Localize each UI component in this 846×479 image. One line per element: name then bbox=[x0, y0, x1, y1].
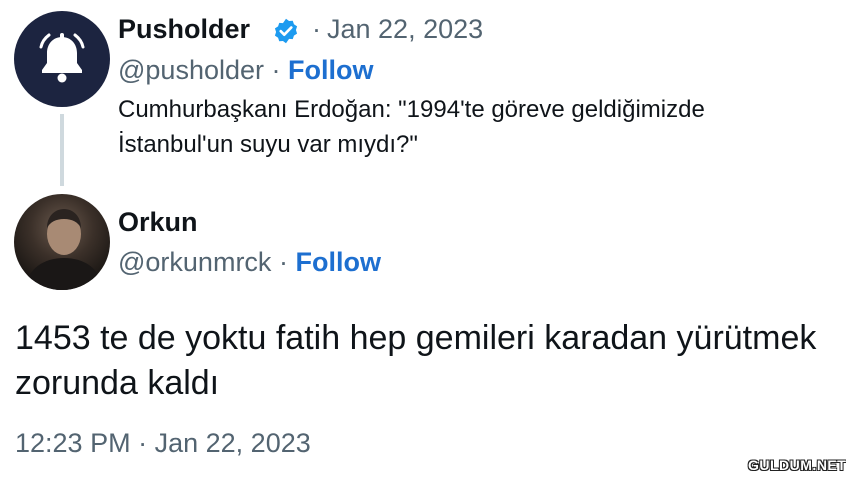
first-tweet-text: Cumhurbaşkanı Erdoğan: "1994'te göreve g… bbox=[118, 96, 705, 158]
follow-orkun-button[interactable]: Follow bbox=[295, 247, 380, 277]
first-tweet-date-line: · Jan 22, 2023 bbox=[312, 12, 483, 46]
follow-pusholder-button[interactable]: Follow bbox=[288, 55, 373, 85]
reply-tweet-timestamp[interactable]: 12:23 PM · Jan 22, 2023 bbox=[15, 426, 311, 460]
first-tweet-date[interactable]: Jan 22, 2023 bbox=[327, 14, 483, 44]
orkun-handle[interactable]: @orkunmrck bbox=[118, 247, 271, 277]
verified-badge-icon bbox=[274, 18, 298, 44]
pusholder-display-name[interactable]: Pusholder bbox=[118, 12, 250, 46]
orkun-avatar[interactable] bbox=[14, 194, 110, 290]
separator-dot: · bbox=[312, 14, 321, 44]
orkun-display-name[interactable]: Orkun bbox=[118, 205, 198, 239]
orkun-handle-line: @orkunmrck · Follow bbox=[118, 245, 381, 279]
thread-connector-line bbox=[60, 114, 64, 186]
reply-tweet-time: 12:23 PM bbox=[15, 428, 131, 458]
separator-dot: · bbox=[278, 247, 288, 277]
pusholder-handle-line: @pusholder · Follow bbox=[118, 53, 374, 87]
reply-tweet-text: 1453 te de yoktu fatih hep gemileri kara… bbox=[15, 319, 817, 402]
reply-tweet-date: Jan 22, 2023 bbox=[154, 428, 311, 458]
pusholder-avatar[interactable] bbox=[14, 11, 110, 107]
separator-dot: · bbox=[271, 55, 281, 85]
site-watermark: GULDUM.NET bbox=[748, 457, 846, 473]
person-photo-icon bbox=[24, 209, 104, 290]
bell-icon bbox=[39, 33, 85, 83]
separator-dot: · bbox=[138, 428, 148, 458]
pusholder-handle[interactable]: @pusholder bbox=[118, 55, 264, 85]
